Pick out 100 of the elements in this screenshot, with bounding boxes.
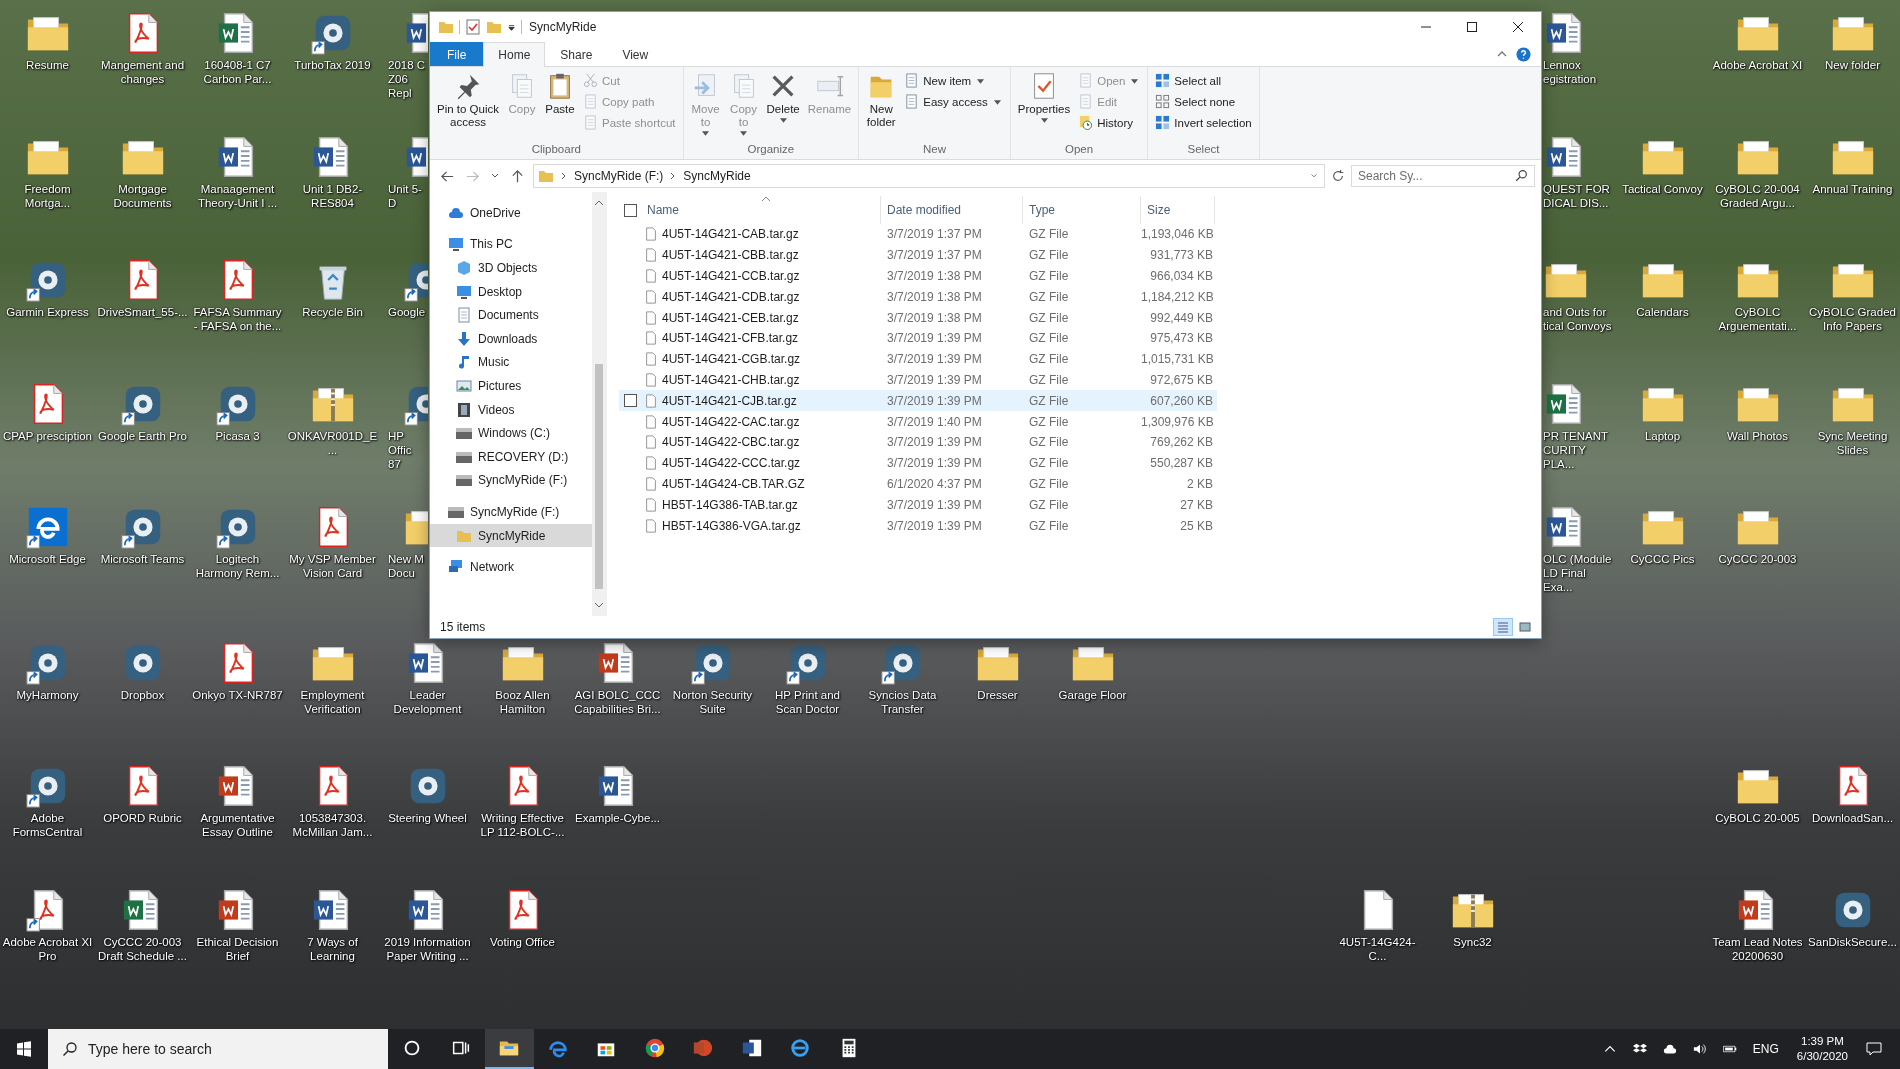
nav-tree-item[interactable]: Network — [430, 555, 592, 579]
file-row[interactable]: 4U5T-14G421-CCB.tar.gz 3/7/2019 1:38 PM GZ File 966,034 KB — [619, 265, 1217, 287]
desktop-icon[interactable]: OPORD Rubric — [95, 763, 190, 873]
help-icon[interactable] — [1516, 47, 1531, 62]
ribbon-button[interactable]: Select all — [1152, 71, 1255, 90]
desktop-icon[interactable]: Leader Development — [380, 639, 475, 750]
desktop-icon[interactable]: Annual Training — [1805, 133, 1900, 244]
nav-tree-item[interactable]: This PC — [430, 232, 592, 257]
address-bar[interactable]: SyncMyRide (F:) SyncMyRide — [533, 164, 1325, 188]
desktop-icon[interactable]: Onkyo TX-NR787 — [190, 639, 285, 750]
desktop-icon[interactable]: Resume — [0, 10, 95, 120]
file-row[interactable]: 4U5T-14G424-CB.TAR.GZ 6/1/2020 4:37 PM GZ File 2 KB — [619, 473, 1217, 495]
ribbon-button[interactable]: Easy access — [901, 92, 1006, 111]
desktop-icon[interactable]: Garmin Express — [0, 257, 95, 367]
ribbon-button[interactable]: Paste — [542, 69, 578, 141]
desktop-icon[interactable]: DownloadSan... — [1805, 763, 1900, 873]
input-language[interactable]: ENG — [1752, 1042, 1779, 1056]
desktop-icon[interactable]: 7 Ways of Learning — [285, 886, 380, 997]
desktop-icon[interactable]: Steering Wheel — [380, 763, 475, 873]
desktop-icon[interactable]: Dresser — [950, 639, 1045, 750]
desktop-icon[interactable]: Ethical Decision Brief — [190, 886, 285, 997]
search-field[interactable]: Search Sy... — [1351, 165, 1535, 187]
desktop-icon[interactable]: 2019 Information Paper Writing ... — [380, 886, 475, 997]
desktop-icon[interactable]: CyBOLC Arguementati... — [1710, 257, 1805, 367]
desktop-icon[interactable]: Adobe FormsCentral — [0, 763, 95, 873]
desktop-icon[interactable]: 160408-1 C7 Carbon Par... — [190, 10, 285, 120]
desktop-icon[interactable]: Team Lead Notes 20200630 — [1710, 886, 1805, 997]
desktop-icon[interactable]: FAFSA Summary - FAFSA on the... — [190, 257, 285, 367]
desktop-icon[interactable]: Example-Cybe... — [570, 763, 665, 873]
desktop-icon[interactable]: ONKAVR001D_E... — [285, 380, 380, 491]
column-header[interactable]: Type — [1023, 196, 1141, 224]
desktop-icon[interactable]: New folder — [1805, 10, 1900, 120]
column-header[interactable]: Size — [1141, 196, 1215, 224]
nav-tree-item[interactable]: Desktop — [430, 279, 592, 304]
desktop-icon[interactable]: Syncios Data Transfer — [855, 639, 950, 750]
nav-tree-item[interactable]: SyncMyRide (F:) — [430, 500, 592, 524]
desktop-icon[interactable]: TurboTax 2019 — [285, 10, 380, 120]
desktop-icon[interactable]: SanDiskSecure... — [1805, 886, 1900, 997]
file-row[interactable]: 4U5T-14G421-CGB.tar.gz 3/7/2019 1:39 PM GZ File 1,015,731 KB — [619, 348, 1217, 370]
breadcrumb-item[interactable]: SyncMyRide — [683, 169, 751, 183]
desktop-icon[interactable]: Logitech Harmony Rem... — [190, 504, 285, 614]
chevron-right-icon[interactable] — [560, 172, 568, 180]
desktop-icon[interactable]: Argumentative Essay Outline — [190, 763, 285, 873]
desktop-icon[interactable]: Norton Security Suite — [665, 639, 760, 750]
ribbon-button[interactable]: Invert selection — [1152, 113, 1255, 132]
desktop-icon[interactable]: Wall Photos — [1710, 380, 1805, 491]
nav-tree-item[interactable]: Downloads — [430, 326, 592, 351]
file-row[interactable]: 4U5T-14G421-CFB.tar.gz 3/7/2019 1:39 PM GZ File 975,473 KB — [619, 328, 1217, 349]
desktop-icon[interactable]: CyBOLC 20-005 — [1710, 763, 1805, 873]
desktop-icon[interactable]: 4U5T-14G424-C... — [1330, 886, 1425, 997]
ribbon-button[interactable]: New folder — [863, 69, 900, 141]
scrollbar[interactable] — [592, 192, 606, 616]
desktop-icon[interactable]: MyHarmony — [0, 639, 95, 750]
file-row[interactable]: 4U5T-14G421-CDB.tar.gz 3/7/2019 1:38 PM GZ File 1,184,212 KB — [619, 286, 1217, 308]
desktop-icon[interactable]: HP Print and Scan Doctor — [760, 639, 855, 750]
desktop-icon[interactable]: Adobe Acrobat XI — [1710, 10, 1805, 120]
desktop-icon[interactable]: Freedom Mortga... — [0, 133, 95, 244]
select-all-checkbox[interactable] — [623, 203, 637, 217]
nav-tree-item[interactable]: SyncMyRide (F:) — [430, 468, 592, 493]
ribbon-tab[interactable]: View — [607, 42, 664, 66]
desktop-icon[interactable]: Recycle Bin — [285, 257, 380, 367]
desktop-icon[interactable]: Booz Allen Hamilton — [475, 639, 570, 750]
desktop-icon[interactable]: Microsoft Edge — [0, 504, 95, 614]
desktop-icon[interactable]: Microsoft Teams — [95, 504, 190, 614]
file-row[interactable]: HB5T-14G386-TAB.tar.gz 3/7/2019 1:39 PM GZ File 27 KB — [619, 494, 1217, 516]
file-row[interactable]: 4U5T-14G421-CAB.tar.gz 3/7/2019 1:37 PM GZ File 1,193,046 KB — [619, 224, 1217, 245]
ribbon-tab[interactable]: Share — [545, 42, 608, 66]
taskbar-search-field[interactable]: Type here to search — [48, 1029, 388, 1069]
desktop-icon[interactable]: Dropbox — [95, 639, 190, 750]
ribbon-tab[interactable]: Home — [483, 42, 546, 67]
desktop-icon[interactable]: Calendars — [1615, 257, 1710, 367]
desktop-icon[interactable]: OLC (Module LD Final Exa... — [1543, 504, 1617, 614]
desktop-icon[interactable]: DriveSmart_55-... — [95, 257, 190, 367]
clock[interactable]: 1:39 PM 6/30/2020 — [1796, 1034, 1848, 1064]
dropdown-caret-icon[interactable] — [507, 22, 516, 32]
nav-tree-item[interactable]: Music — [430, 350, 592, 375]
desktop-icon[interactable]: Garage Floor — [1045, 639, 1140, 750]
desktop-icon[interactable]: and Outs for tical Convoys — [1543, 257, 1617, 367]
ribbon-button[interactable]: Select none — [1152, 92, 1255, 111]
file-row[interactable]: 4U5T-14G421-CHB.tar.gz 3/7/2019 1:39 PM GZ File 972,675 KB — [619, 369, 1217, 391]
nav-tree-item[interactable]: Documents — [430, 303, 592, 327]
breadcrumb-item[interactable]: SyncMyRide (F:) — [574, 169, 664, 183]
speaker-icon[interactable] — [1692, 1042, 1707, 1056]
nav-tree-item[interactable]: 3D Objects — [430, 256, 592, 280]
ribbon-button[interactable]: Properties — [1014, 69, 1074, 141]
desktop-icon[interactable]: 1053847303. McMillan Jam... — [285, 763, 380, 873]
desktop-icon[interactable]: QUEST FOR DICAL DIS... — [1543, 133, 1617, 244]
desktop-icon[interactable]: Lennox egistration — [1543, 10, 1617, 120]
file-row[interactable]: 4U5T-14G421-CEB.tar.gz 3/7/2019 1:38 PM GZ File 992,449 KB — [619, 307, 1217, 328]
nav-tree-item[interactable]: OneDrive — [430, 201, 592, 225]
desktop-icon[interactable]: Manaagement Theory-Unit I ... — [190, 133, 285, 244]
checklist-icon[interactable] — [465, 19, 481, 35]
column-header[interactable]: Name — [641, 196, 881, 224]
desktop-icon[interactable]: CyBOLC 20-004 Graded Argu... — [1710, 133, 1805, 244]
desktop-icon[interactable]: Picasa 3 — [190, 380, 285, 491]
desktop-icon[interactable]: Writing Effective LP 112-BOLC-... — [475, 763, 570, 873]
notification-icon[interactable] — [1866, 1041, 1882, 1057]
desktop-icon[interactable]: Mangement and changes — [95, 10, 190, 120]
desktop-icon[interactable]: Employment Verification — [285, 639, 380, 750]
desktop-icon[interactable]: Google Earth Pro — [95, 380, 190, 491]
